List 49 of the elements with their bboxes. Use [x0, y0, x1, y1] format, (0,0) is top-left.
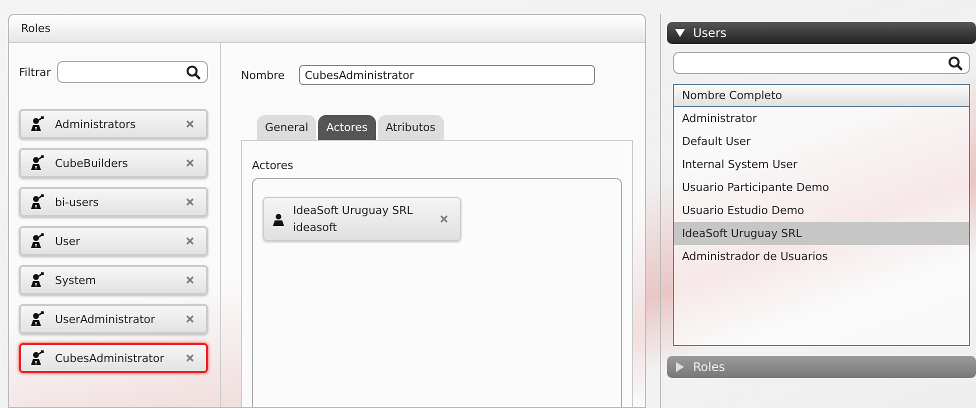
tab[interactable]: Atributos: [378, 115, 444, 140]
table-row[interactable]: Administrator: [674, 107, 969, 130]
name-label: Nombre: [241, 68, 285, 82]
tab[interactable]: Actores: [318, 115, 376, 140]
actor-card[interactable]: IdeaSoft Uruguay SRL ideasoft: [263, 197, 461, 241]
table-row[interactable]: Usuario Participante Demo: [674, 176, 969, 199]
close-icon[interactable]: [186, 276, 194, 284]
table-row[interactable]: Internal System User: [674, 153, 969, 176]
table-row[interactable]: Administrador de Usuarios: [674, 245, 969, 268]
table-row[interactable]: IdeaSoft Uruguay SRL: [674, 222, 969, 245]
person-icon: [272, 212, 285, 226]
triangle-down-icon: [674, 28, 685, 38]
close-icon[interactable]: [186, 354, 194, 362]
user-group-icon: [29, 155, 45, 171]
search-icon: [948, 56, 963, 70]
user-group-icon: [29, 194, 45, 210]
search-field[interactable]: [672, 52, 970, 74]
close-icon[interactable]: [186, 315, 194, 323]
role-item[interactable]: CubesAdministrator: [19, 343, 208, 373]
role-item[interactable]: System: [19, 265, 208, 295]
tab[interactable]: General: [257, 115, 316, 140]
role-item[interactable]: User: [19, 226, 208, 256]
section-header[interactable]: Users: [666, 22, 976, 44]
user-group-icon: [29, 272, 45, 288]
close-icon[interactable]: [186, 159, 194, 167]
triangle-right-icon: [674, 362, 685, 372]
section-label: Actores: [252, 159, 294, 172]
user-group-icon: [29, 350, 45, 366]
actor-login: ideasoft: [293, 221, 338, 234]
table-row[interactable]: Usuario Estudio Demo: [674, 199, 969, 222]
user-group-icon: [29, 116, 45, 132]
column-header[interactable]: Nombre Completo: [674, 85, 969, 107]
panel-title: Roles: [21, 22, 50, 35]
actor-name: IdeaSoft Uruguay SRL: [293, 204, 414, 217]
close-icon[interactable]: [440, 215, 448, 223]
name-field[interactable]: CubesAdministrator: [298, 65, 595, 85]
close-icon[interactable]: [186, 237, 194, 245]
search-icon: [186, 64, 201, 80]
role-item[interactable]: UserAdministrator: [19, 304, 208, 334]
role-item[interactable]: CubeBuilders: [19, 148, 208, 178]
role-item[interactable]: bi-users: [19, 187, 208, 217]
user-group-icon: [29, 233, 45, 249]
close-icon[interactable]: [186, 120, 194, 128]
close-icon[interactable]: [186, 198, 194, 206]
table-row[interactable]: Default User: [674, 130, 969, 153]
role-item[interactable]: Administrators: [19, 109, 208, 139]
filter-label: Filtrar: [19, 66, 51, 78]
filter-field[interactable]: [56, 61, 208, 83]
user-group-icon: [29, 311, 45, 327]
